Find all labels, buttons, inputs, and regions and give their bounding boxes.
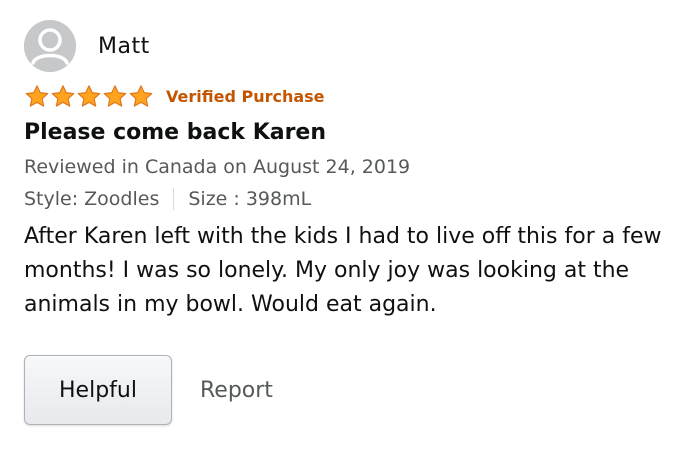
star-icon: [103, 84, 127, 107]
report-link[interactable]: Report: [200, 378, 273, 403]
rating-row: Verified Purchase: [24, 82, 684, 110]
size-label: Size : 398mL: [188, 188, 312, 210]
review-date: Reviewed in Canada on August 24, 2019: [24, 156, 411, 178]
star-icon: [51, 84, 75, 107]
star-rating[interactable]: [24, 84, 154, 109]
review-actions: Helpful Report: [24, 355, 273, 425]
style-label[interactable]: Style: Zoodles: [24, 186, 159, 212]
helpful-button[interactable]: Helpful: [24, 355, 172, 425]
star-icon: [129, 84, 153, 107]
review-card: Matt Verified Purchase Please come back …: [24, 20, 684, 322]
reviewer-name[interactable]: Matt: [98, 34, 150, 59]
product-variant: Style: Zoodles Size : 398mL: [24, 186, 684, 212]
variant-divider: [173, 188, 175, 210]
reviewer-profile[interactable]: Matt: [24, 20, 684, 72]
avatar[interactable]: [24, 20, 76, 72]
review-body: After Karen left with the kids I had to …: [24, 224, 662, 317]
star-icon: [25, 84, 49, 107]
user-silhouette-icon: [24, 20, 76, 72]
verified-purchase-badge: Verified Purchase: [166, 86, 325, 106]
star-icon: [77, 84, 101, 107]
review-title[interactable]: Please come back Karen: [24, 118, 684, 148]
